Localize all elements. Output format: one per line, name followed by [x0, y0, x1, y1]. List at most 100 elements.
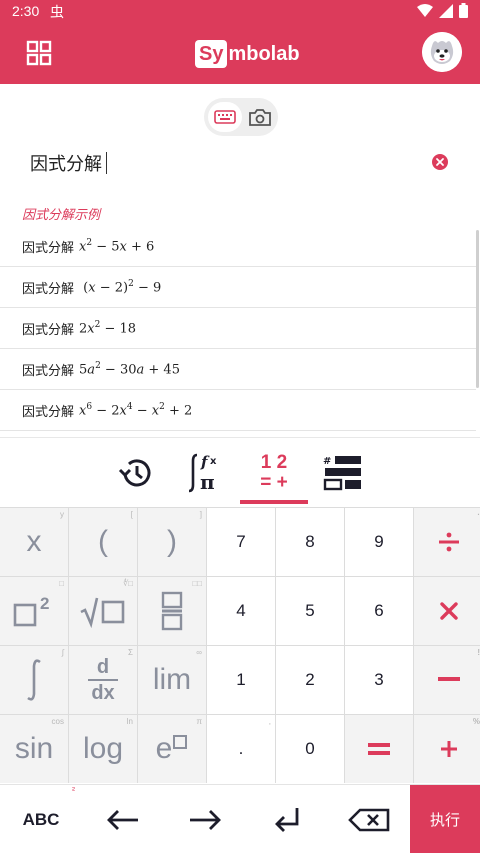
clear-input-button[interactable] — [432, 154, 448, 170]
example-item[interactable]: 因式分解 x2 − 5x + 6 — [0, 226, 476, 267]
key-hint: [ — [130, 510, 133, 519]
tab-functions[interactable]: f x π — [170, 438, 240, 508]
camera-mode-button[interactable] — [246, 102, 274, 132]
notification-icon: 虫 — [50, 5, 64, 21]
status-time: 2:30 — [12, 3, 40, 19]
key-sin-label: sin — [14, 732, 54, 765]
key-right-paren[interactable]: )] — [138, 508, 206, 576]
key-1[interactable]: 1 — [207, 646, 275, 714]
math-input-text: 因式分解 — [30, 154, 102, 175]
example-label: 因式分解 — [22, 240, 75, 256]
example-label: 因式分解 — [22, 404, 75, 420]
key-integral[interactable]: ∫ — [0, 646, 68, 714]
key-3[interactable]: 3 — [345, 646, 413, 714]
key-hint: ∞ — [196, 648, 202, 657]
key-x-label: x — [26, 525, 42, 558]
fraction-icon — [161, 591, 183, 631]
key-2[interactable]: 2 — [276, 646, 344, 714]
key-derivative[interactable]: d dx Σ — [69, 646, 137, 714]
key-decimal[interactable]: ., — [207, 715, 275, 783]
tab-numbers[interactable]: 1 2 = + — [240, 438, 308, 508]
abc-label: ABC — [22, 809, 60, 829]
newline-button[interactable] — [246, 785, 328, 853]
key-limit-label: lim — [152, 663, 192, 696]
abc-button[interactable]: ABC ² — [0, 785, 82, 853]
avatar[interactable] — [422, 32, 462, 72]
key-x[interactable]: xy — [0, 508, 68, 576]
execute-button[interactable]: 执行 — [410, 785, 480, 853]
history-icon — [118, 459, 151, 487]
return-icon — [275, 807, 299, 832]
grid-menu-icon[interactable] — [26, 40, 52, 66]
key-hint: □ — [59, 579, 64, 588]
example-item[interactable]: 因式分解 5a2 − 30a + 45 — [0, 349, 476, 390]
key-sin[interactable]: sin cos — [0, 715, 68, 783]
key-minus[interactable]: ! — [414, 646, 480, 714]
avatar-face-icon — [422, 32, 462, 72]
key-hint: ln — [126, 717, 133, 726]
example-item[interactable]: 因式分解 x6 − 2x4 − x2 + 2 — [0, 390, 476, 431]
symbolab-logo: Sy mbolab — [195, 38, 300, 70]
cursor-left-button[interactable] — [82, 785, 164, 853]
key-hint: π — [196, 717, 202, 726]
key-1-label: 1 — [236, 670, 246, 689]
example-label: 因式分解 — [22, 281, 75, 297]
example-label: 因式分解 — [22, 322, 75, 338]
arrow-right-icon — [190, 809, 221, 830]
key-limit[interactable]: lim ∞ — [138, 646, 206, 714]
example-item[interactable]: 因式分解 (x − 2)2 − 9 — [0, 267, 476, 308]
text-caret — [106, 152, 107, 174]
backspace-button[interactable] — [328, 785, 410, 853]
key-sqrt[interactable]: ∜□ — [69, 577, 137, 645]
key-multiply[interactable] — [414, 577, 480, 645]
execute-label: 执行 — [429, 811, 460, 829]
example-item[interactable]: 因式分解 2x2 − 18 — [0, 308, 476, 349]
active-tab-indicator — [240, 500, 308, 504]
example-expression: 2x2 − 18 — [79, 319, 137, 337]
keyboard-icon — [214, 110, 236, 124]
keyboard-mode-button[interactable] — [208, 102, 242, 132]
key-8[interactable]: 8 — [276, 508, 344, 576]
key-6[interactable]: 6 — [345, 577, 413, 645]
divide-icon — [439, 532, 459, 552]
key-exp[interactable]: e π — [138, 715, 206, 783]
tab-numbers-bottom: = + — [260, 472, 288, 493]
key-decimal-label: . — [238, 739, 244, 758]
key-log-label: log — [82, 732, 124, 765]
example-expression: 5a2 − 30a + 45 — [79, 360, 180, 378]
svg-text:2: 2 — [40, 594, 49, 613]
camera-icon — [249, 109, 271, 126]
key-divide[interactable]: · — [414, 508, 480, 576]
cursor-right-button[interactable] — [164, 785, 246, 853]
key-fraction[interactable]: □□ — [138, 577, 206, 645]
key-hint: ∫ — [61, 648, 64, 657]
key-log[interactable]: log ln — [69, 715, 137, 783]
key-0[interactable]: 0 — [276, 715, 344, 783]
key-6-label: 6 — [374, 601, 384, 620]
minus-icon — [438, 677, 460, 681]
status-icons — [417, 3, 468, 18]
example-expression: x2 − 5x + 6 — [79, 237, 155, 255]
multiply-icon — [440, 602, 458, 620]
input-mode-toggle — [204, 98, 278, 136]
scrollbar[interactable] — [476, 230, 479, 388]
keyboard-tabs: f x π 1 2 = + # — [0, 437, 480, 507]
cell-signal-icon — [439, 3, 453, 18]
key-5[interactable]: 5 — [276, 577, 344, 645]
key-left-paren[interactable]: ([ — [69, 508, 137, 576]
wifi-icon — [417, 3, 433, 17]
key-9[interactable]: 9 — [345, 508, 413, 576]
key-hint: y — [60, 510, 64, 519]
key-7[interactable]: 7 — [207, 508, 275, 576]
tab-matrix[interactable]: # — [308, 438, 378, 508]
math-input[interactable]: 因式分解 — [30, 148, 107, 178]
key-4[interactable]: 4 — [207, 577, 275, 645]
key-equals[interactable] — [345, 715, 413, 783]
svg-text:x: x — [210, 456, 217, 467]
key-5-label: 5 — [305, 601, 315, 620]
app-bar: Sy mbolab — [0, 24, 480, 84]
tab-history[interactable] — [100, 438, 170, 508]
key-plus[interactable]: % — [414, 715, 480, 783]
equals-icon — [368, 743, 390, 755]
key-square[interactable]: 2 □ — [0, 577, 68, 645]
